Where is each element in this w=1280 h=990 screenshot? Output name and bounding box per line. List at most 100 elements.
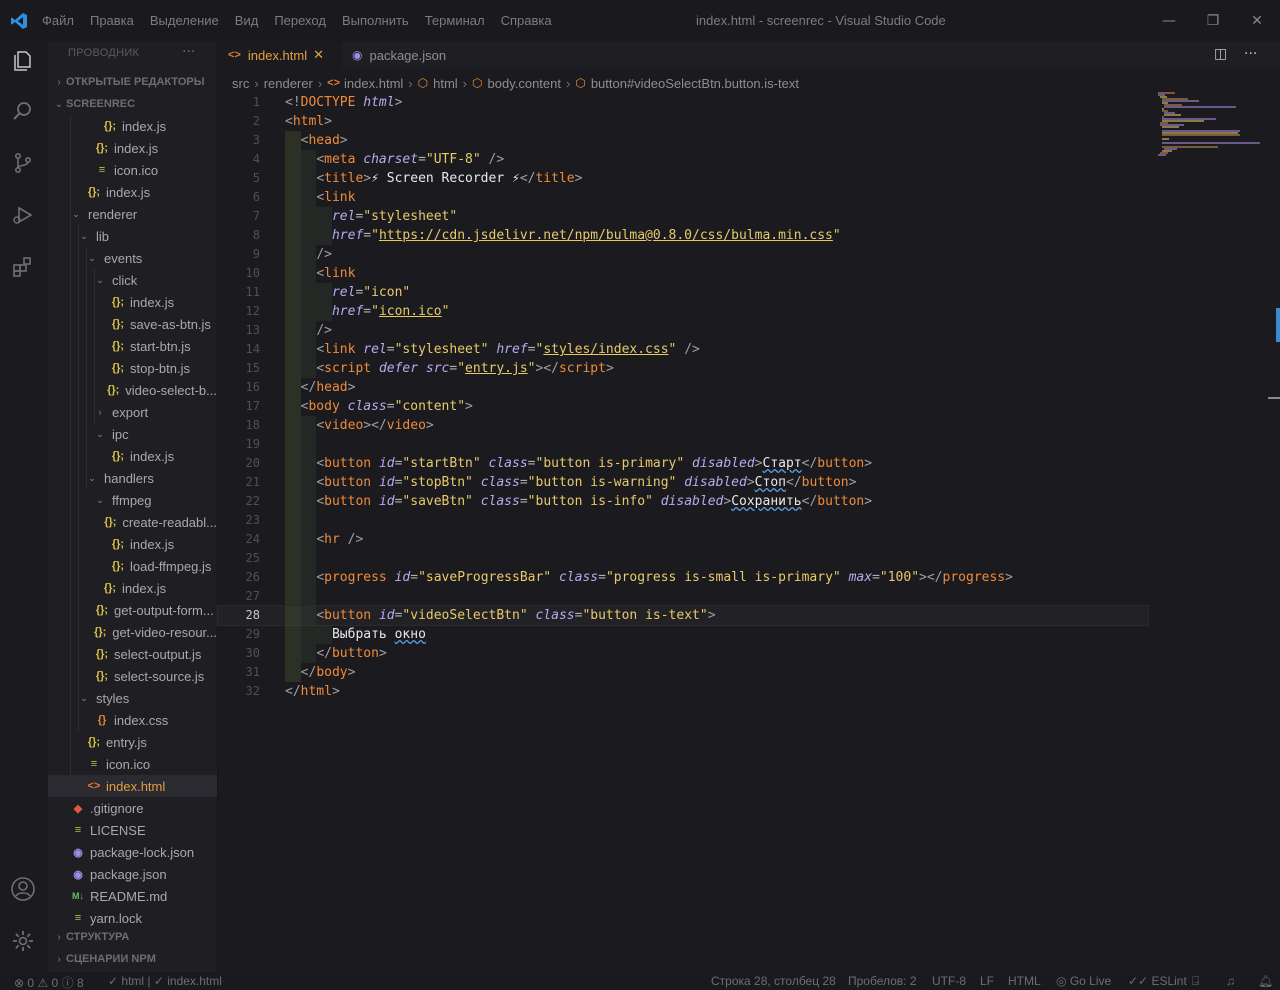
code-line[interactable]: 12 href="icon.ico" <box>218 302 1148 321</box>
code-line[interactable]: 24 <hr /> <box>218 530 1148 549</box>
code-line[interactable]: 2 <html> <box>218 112 1148 131</box>
code-line[interactable]: 25 <box>218 549 1148 568</box>
menu-item[interactable]: Переход <box>274 13 326 28</box>
close-icon[interactable]: ✕ <box>313 47 324 63</box>
file-item[interactable]: {}; index.js <box>48 137 217 159</box>
close-window-icon[interactable]: ✕ <box>1248 12 1266 30</box>
folder-item[interactable]: ⌄ click <box>48 269 217 291</box>
file-item[interactable]: {}; index.js <box>48 577 217 599</box>
folder-item[interactable]: › export <box>48 401 217 423</box>
code-line[interactable]: 22 <button id="saveBtn" class="button is… <box>218 492 1148 511</box>
file-item[interactable]: {}; index.js <box>48 181 217 203</box>
menu-item[interactable]: Справка <box>501 13 552 28</box>
folder-item[interactable]: ⌄ styles <box>48 687 217 709</box>
code-line[interactable]: 30 </button> <box>218 644 1148 663</box>
code-line[interactable]: 20 <button id="startBtn" class="button i… <box>218 454 1148 473</box>
open-editors-section[interactable]: › ОТКРЫТЫЕ РЕДАКТОРЫ <box>52 71 204 93</box>
explorer-icon[interactable] <box>8 46 38 76</box>
menu-item[interactable]: Правка <box>90 13 134 28</box>
file-item[interactable]: <> index.html <box>48 775 217 797</box>
file-item[interactable]: {}; index.js <box>48 291 217 313</box>
file-item[interactable]: ◆ .gitignore <box>48 797 217 819</box>
restore-icon[interactable]: ❐ <box>1204 12 1222 30</box>
settings-gear-icon[interactable] <box>8 926 38 956</box>
folder-item[interactable]: ⌄ ipc <box>48 423 217 445</box>
file-item[interactable]: {}; load-ffmpeg.js <box>48 555 217 577</box>
split-editor-icon[interactable]: ◫ <box>1214 46 1227 62</box>
code-line[interactable]: 23 <box>218 511 1148 530</box>
code-line[interactable]: 29 Выбрать окно <box>218 625 1148 644</box>
breadcrumb-item[interactable]: src <box>232 76 249 91</box>
eslint-status[interactable]: ✓✓ ESLint <box>1128 974 1187 988</box>
minimize-icon[interactable]: — <box>1160 12 1178 30</box>
file-item[interactable]: {}; video-select-b... <box>48 379 217 401</box>
breadcrumb-item[interactable]: html <box>433 76 458 91</box>
file-item[interactable]: {} index.css <box>48 709 217 731</box>
file-item[interactable]: {}; save-as-btn.js <box>48 313 217 335</box>
end-of-line[interactable]: LF <box>980 974 994 988</box>
file-item[interactable]: {}; select-source.js <box>48 665 217 687</box>
folder-item[interactable]: ⌄ events <box>48 247 217 269</box>
extensions-icon[interactable] <box>8 252 38 282</box>
breadcrumb-item[interactable]: index.html <box>344 76 403 91</box>
code-line[interactable]: 13 /> <box>218 321 1148 340</box>
code-line[interactable]: 16 </head> <box>218 378 1148 397</box>
code-line[interactable]: 31 </body> <box>218 663 1148 682</box>
folder-item[interactable]: ⌄ lib <box>48 225 217 247</box>
code-line[interactable]: 26 <progress id="saveProgressBar" class=… <box>218 568 1148 587</box>
folder-item[interactable]: ⌄ handlers <box>48 467 217 489</box>
menu-item[interactable]: Вид <box>235 13 259 28</box>
code-line[interactable]: 4 <meta charset="UTF-8" /> <box>218 150 1148 169</box>
code-line[interactable]: 11 rel="icon" <box>218 283 1148 302</box>
file-item[interactable]: ≡ icon.ico <box>48 753 217 775</box>
code-line[interactable]: 32 </html> <box>218 682 1148 701</box>
html-check-status[interactable]: ✓ html | ✓ index.html <box>108 974 222 988</box>
scrollbar-indicator[interactable] <box>1276 308 1280 342</box>
code-line[interactable]: 1 <!DOCTYPE html> <box>218 93 1148 112</box>
file-item[interactable]: ◉ package-lock.json <box>48 841 217 863</box>
file-item[interactable]: {}; index.js <box>48 115 217 137</box>
file-item[interactable]: {}; create-readabl... <box>48 511 217 533</box>
search-icon[interactable] <box>8 96 38 126</box>
code-line[interactable]: 15 <script defer src="entry.js"></script… <box>218 359 1148 378</box>
project-section[interactable]: ⌄ SCREENREC <box>52 93 135 115</box>
code-line[interactable]: 5 <title>⚡ Screen Recorder ⚡</title> <box>218 169 1148 188</box>
file-item[interactable]: {}; stop-btn.js <box>48 357 217 379</box>
code-line[interactable]: 3 <head> <box>218 131 1148 150</box>
go-live-button[interactable]: ◎ Go Live <box>1056 974 1111 988</box>
outline-section[interactable]: › СТРУКТУРА <box>52 926 129 948</box>
file-item[interactable]: ◉ package.json <box>48 863 217 885</box>
language-mode[interactable]: HTML <box>1008 974 1041 988</box>
account-icon[interactable] <box>8 874 38 904</box>
code-line[interactable]: 7 rel="stylesheet" <box>218 207 1148 226</box>
code-editor[interactable]: 1 <!DOCTYPE html> 2 <html> 3 <head> 4 <meta c… <box>217 92 1280 972</box>
more-actions-icon[interactable]: ··· <box>182 44 195 60</box>
feedback-icon[interactable]: ⍈ <box>1192 974 1199 989</box>
file-item[interactable]: M↓ README.md <box>48 885 217 907</box>
code-line[interactable]: 19 <box>218 435 1148 454</box>
file-item[interactable]: {}; start-btn.js <box>48 335 217 357</box>
indentation[interactable]: Пробелов: 2 <box>848 974 917 988</box>
code-line[interactable]: 6 <link <box>218 188 1148 207</box>
file-item[interactable]: {}; entry.js <box>48 731 217 753</box>
file-item[interactable]: {}; select-output.js <box>48 643 217 665</box>
tab-package-json[interactable]: ◉ package.json <box>342 42 472 68</box>
bell-icon[interactable]: ♫ <box>1226 974 1235 988</box>
menu-item[interactable]: Выделение <box>150 13 219 28</box>
encoding[interactable]: UTF-8 <box>932 974 966 988</box>
file-item[interactable]: {}; get-video-resour... <box>48 621 217 643</box>
code-line[interactable]: 17 <body class="content"> <box>218 397 1148 416</box>
breadcrumb-item[interactable]: body.content <box>488 76 561 91</box>
run-debug-icon[interactable] <box>8 200 38 230</box>
code-line[interactable]: 27 <box>218 587 1148 606</box>
file-item[interactable]: {}; index.js <box>48 533 217 555</box>
errors-status[interactable]: ⊗ 0 ⚠ 0 ⓘ 8 <box>14 974 84 990</box>
cursor-position[interactable]: Строка 28, столбец 28 <box>711 974 836 988</box>
breadcrumb-item[interactable]: renderer <box>264 76 313 91</box>
menu-item[interactable]: Выполнить <box>342 13 409 28</box>
code-line[interactable]: 28 <button id="videoSelectBtn" class="bu… <box>217 605 1149 626</box>
code-line[interactable]: 9 /> <box>218 245 1148 264</box>
file-item[interactable]: {}; get-output-form... <box>48 599 217 621</box>
folder-item[interactable]: ⌄ renderer <box>48 203 217 225</box>
file-item[interactable]: ≡ icon.ico <box>48 159 217 181</box>
